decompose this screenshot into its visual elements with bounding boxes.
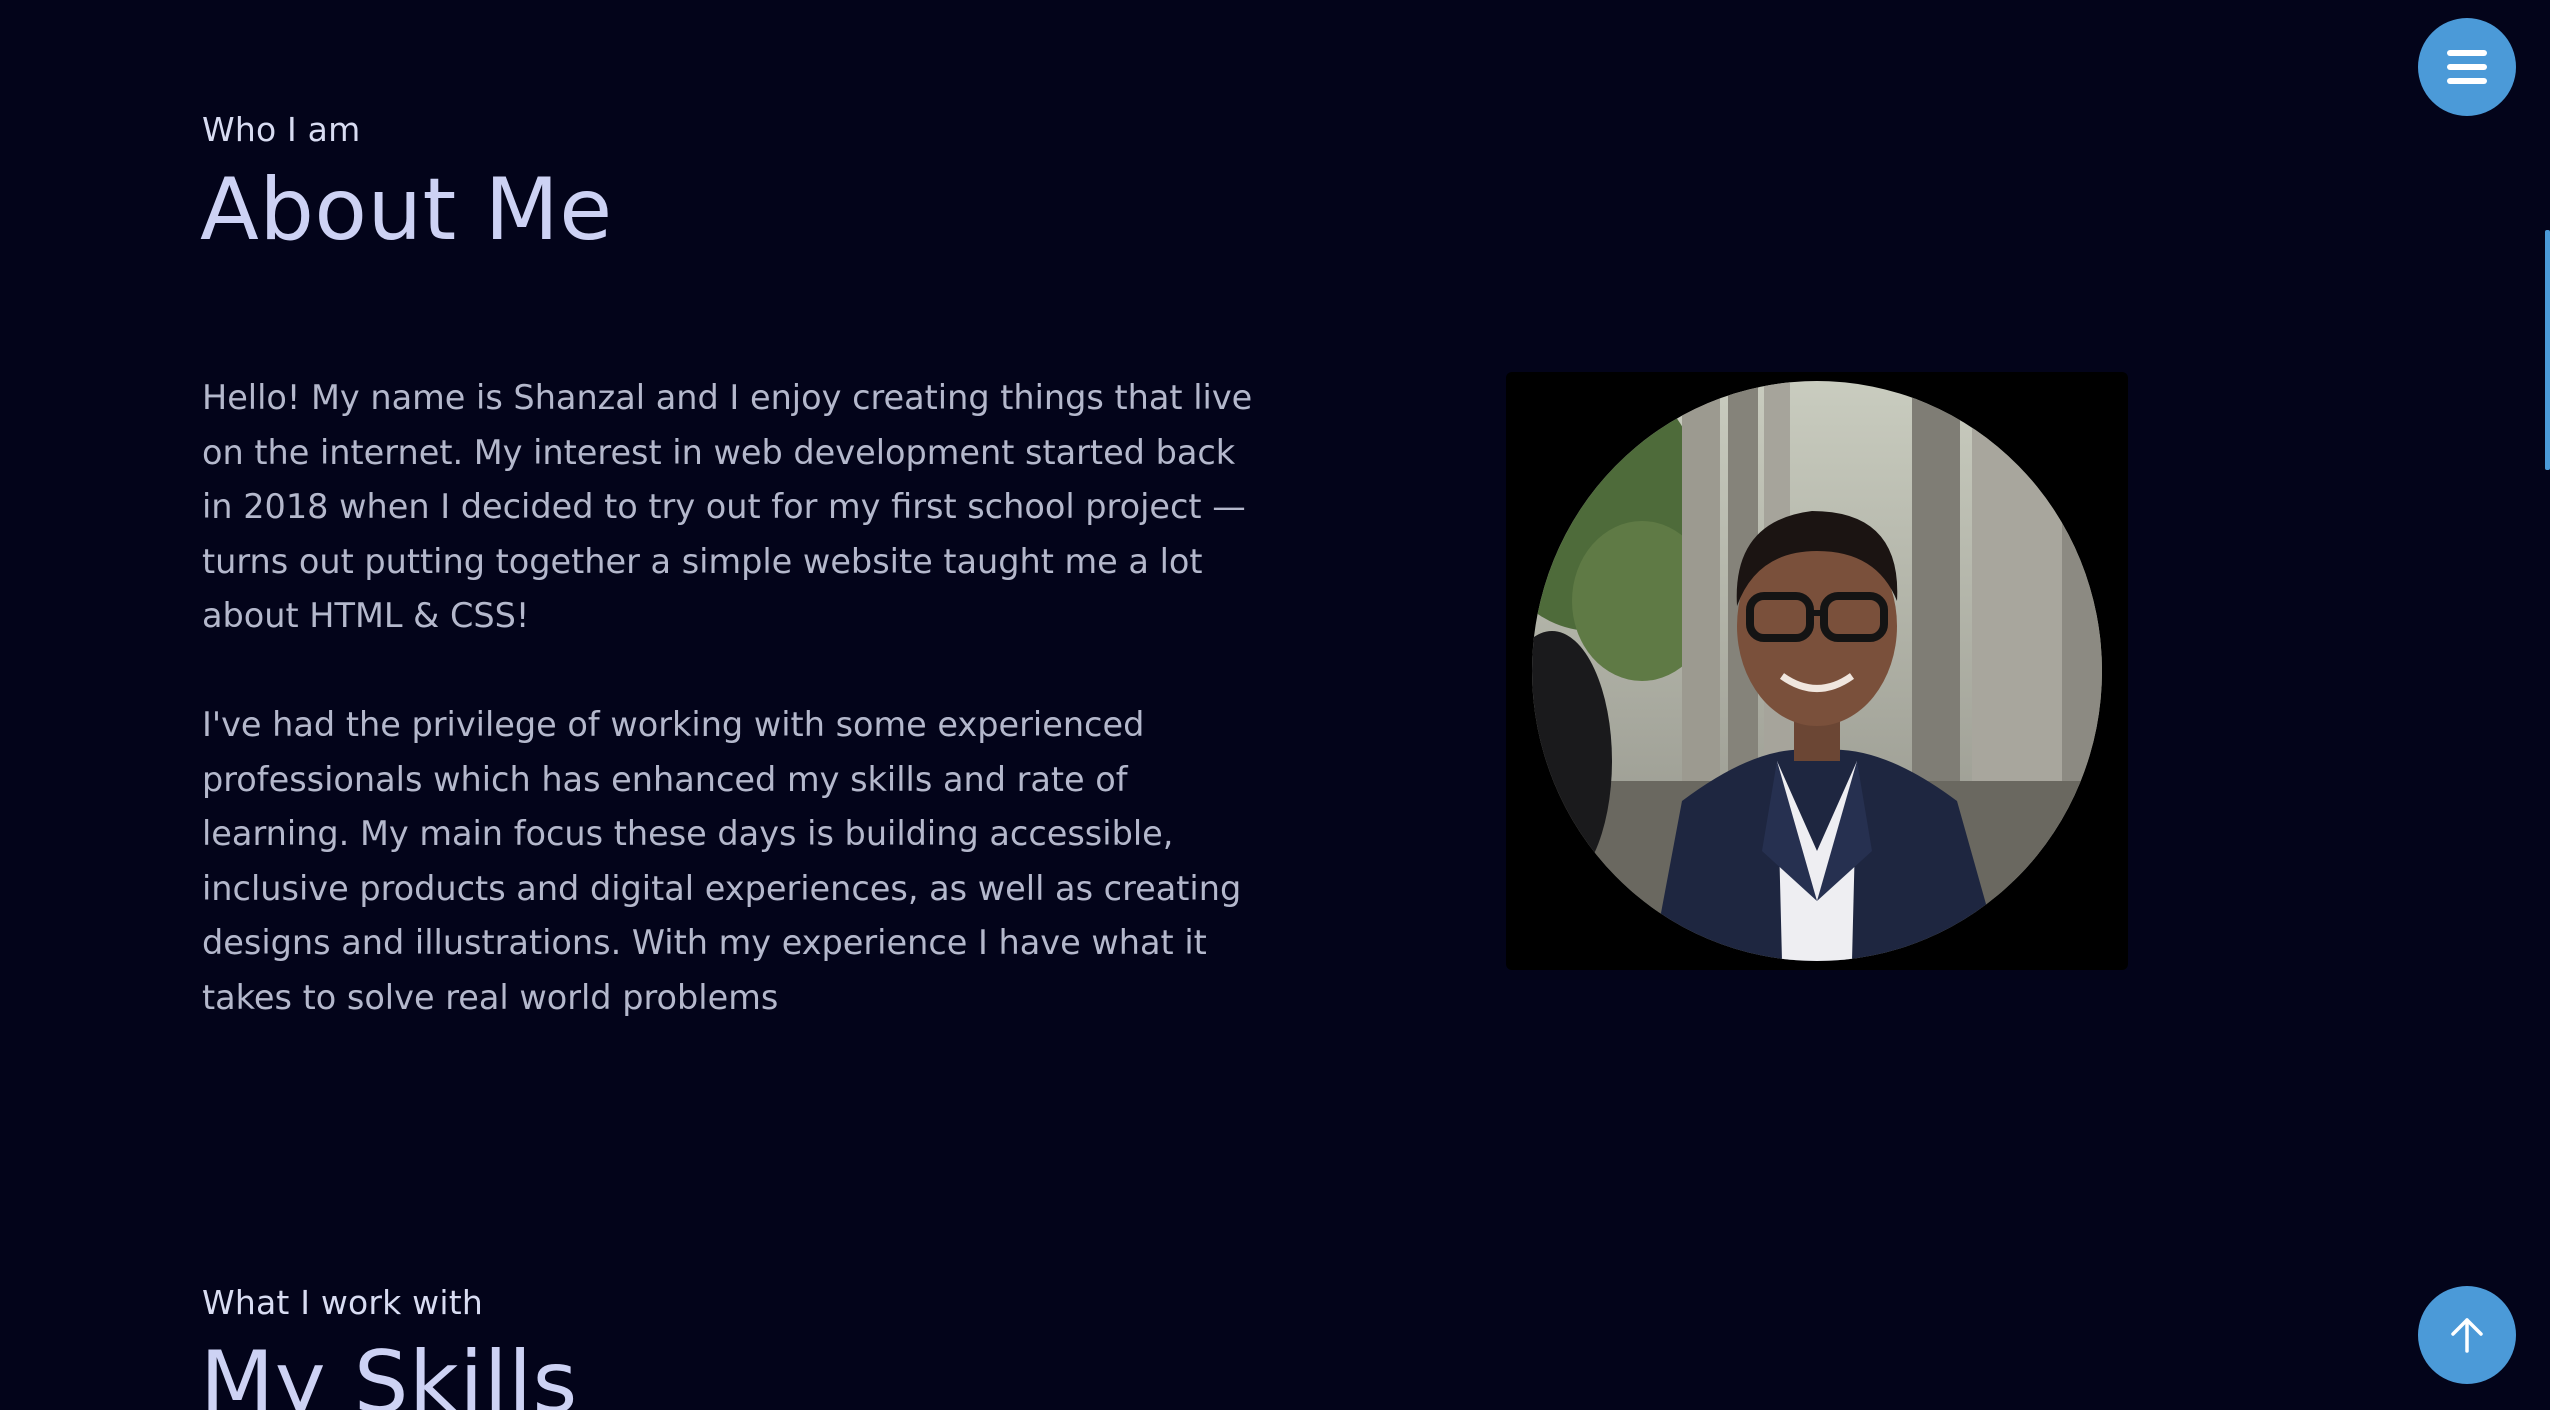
- about-paragraph-1: Hello! My name is Shanzal and I enjoy cr…: [202, 378, 1253, 635]
- about-title: About Me: [200, 160, 613, 260]
- skills-eyebrow: What I work with: [202, 1283, 483, 1322]
- about-paragraph-2: I've had the privilege of working with s…: [202, 705, 1242, 1017]
- about-eyebrow: Who I am: [202, 110, 361, 149]
- profile-photo: [1532, 381, 2102, 961]
- arrow-up-icon: [2451, 1318, 2483, 1353]
- hamburger-menu-icon: [2447, 50, 2487, 84]
- scrollbar-thumb[interactable]: [2545, 230, 2550, 470]
- back-to-top-button[interactable]: [2418, 1286, 2516, 1384]
- skills-title: My Skills: [200, 1333, 578, 1410]
- page: Who I am About Me Hello! My name is Shan…: [0, 0, 2550, 1410]
- menu-button[interactable]: [2418, 18, 2516, 116]
- profile-photo-frame: [1506, 372, 2128, 970]
